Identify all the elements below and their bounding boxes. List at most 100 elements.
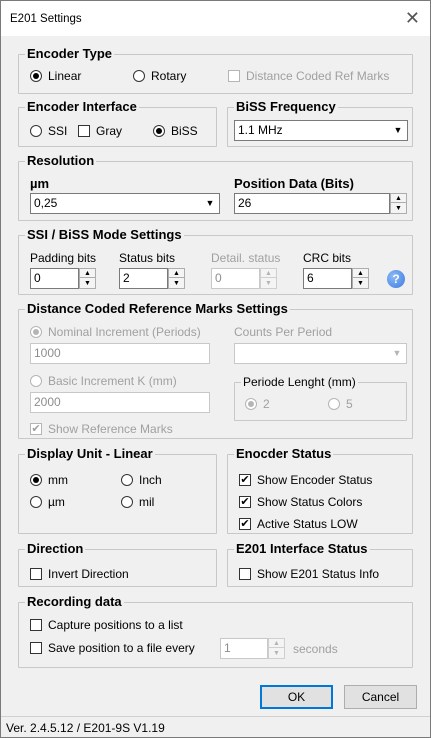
periode-2-radio[interactable]: 2: [245, 397, 270, 411]
radio-label: 2: [263, 397, 270, 411]
nominal-increment-input[interactable]: 1000: [30, 343, 210, 364]
encoder-interface-group: Encoder Interface SSI Gray BiSS: [18, 99, 217, 147]
counts-per-period-dropdown[interactable]: ▼: [234, 343, 407, 364]
basic-increment-radio[interactable]: Basic Increment K (mm): [30, 374, 177, 388]
interface-gray-checkbox[interactable]: Gray: [78, 124, 122, 138]
cancel-button[interactable]: Cancel: [344, 685, 417, 709]
basic-increment-input[interactable]: 2000: [30, 392, 210, 413]
help-icon[interactable]: ?: [387, 270, 405, 288]
checkbox-label: Show Reference Marks: [48, 422, 173, 436]
encoder-type-linear-radio[interactable]: Linear: [30, 69, 81, 83]
spin-up-icon[interactable]: ▲: [261, 269, 276, 278]
save-interval-spinner[interactable]: ▲ ▼: [268, 638, 285, 659]
checkbox-unchecked-icon: [30, 568, 42, 580]
interface-biss-radio[interactable]: BiSS: [153, 124, 198, 138]
spin-up-icon[interactable]: ▲: [269, 639, 284, 648]
position-data-spinner[interactable]: ▲ ▼: [390, 193, 407, 214]
spin-up-icon[interactable]: ▲: [353, 269, 368, 278]
padding-bits-spinner[interactable]: ▲ ▼: [79, 268, 96, 289]
spin-up-icon[interactable]: ▲: [391, 194, 406, 203]
radio-label: Inch: [139, 473, 162, 487]
active-status-low-checkbox[interactable]: ✔ Active Status LOW: [239, 517, 358, 531]
radio-unchecked-icon: [121, 474, 133, 486]
show-e201-status-checkbox[interactable]: Show E201 Status Info: [239, 567, 379, 581]
spin-up-icon[interactable]: ▲: [80, 269, 95, 278]
detail-status-spinner[interactable]: ▲ ▼: [260, 268, 277, 289]
radio-label: Nominal Increment (Periods): [48, 325, 201, 339]
spin-down-icon[interactable]: ▼: [353, 279, 368, 288]
display-unit-group: Display Unit - Linear mm Inch µm mil: [18, 446, 217, 534]
show-status-colors-checkbox[interactable]: ✔ Show Status Colors: [239, 495, 362, 509]
counts-per-period-label: Counts Per Period: [234, 325, 333, 339]
checkbox-checked-icon: ✔: [30, 422, 42, 435]
spin-down-icon[interactable]: ▼: [269, 649, 284, 658]
interface-ssi-radio[interactable]: SSI: [30, 124, 67, 138]
status-bits-label: Status bits: [119, 251, 176, 265]
show-encoder-status-checkbox[interactable]: ✔ Show Encoder Status: [239, 473, 372, 487]
periode-5-radio[interactable]: 5: [328, 397, 353, 411]
radio-unchecked-icon: [328, 398, 340, 410]
encoder-type-legend: Encoder Type: [25, 46, 115, 62]
show-reference-marks-checkbox[interactable]: ✔ Show Reference Marks: [30, 422, 173, 436]
checkbox-unchecked-icon: [78, 125, 90, 137]
biss-frequency-dropdown[interactable]: 1.1 MHz ▼: [234, 120, 408, 141]
radio-checked-icon: [30, 70, 42, 82]
input-value: 2000: [34, 395, 61, 409]
spin-down-icon[interactable]: ▼: [80, 279, 95, 288]
encoder-status-legend: Enocder Status: [234, 446, 334, 462]
ssi-biss-legend: SSI / BiSS Mode Settings: [25, 227, 184, 243]
input-value: 0: [34, 271, 41, 285]
status-bits-input[interactable]: 2: [119, 268, 168, 289]
detail-status-input[interactable]: 0: [211, 268, 260, 289]
close-icon[interactable]: ✕: [405, 8, 420, 28]
spin-down-icon[interactable]: ▼: [169, 279, 184, 288]
encoder-status-group: Enocder Status ✔ Show Encoder Status ✔ S…: [227, 446, 413, 534]
capture-positions-checkbox[interactable]: Capture positions to a list: [30, 618, 183, 632]
radio-checked-icon: [30, 474, 42, 486]
checkbox-label: Gray: [96, 124, 123, 138]
distance-coded-ref-marks-checkbox[interactable]: Distance Coded Ref Marks: [228, 69, 389, 83]
radio-unchecked-icon: [133, 70, 145, 82]
save-interval-input[interactable]: 1: [220, 638, 268, 659]
ok-button[interactable]: OK: [260, 685, 333, 709]
checkbox-checked-icon: ✔: [239, 495, 251, 508]
checkbox-label: Active Status LOW: [257, 517, 358, 531]
input-value: 1000: [34, 346, 61, 360]
display-unit-mil-radio[interactable]: mil: [121, 495, 154, 509]
crc-bits-spinner[interactable]: ▲ ▼: [352, 268, 369, 289]
spin-down-icon[interactable]: ▼: [261, 279, 276, 288]
encoder-type-group: Encoder Type Linear Rotary Distance Code…: [18, 46, 413, 94]
spin-down-icon[interactable]: ▼: [391, 204, 406, 213]
input-value: 26: [238, 196, 252, 210]
radio-unchecked-icon: [30, 125, 42, 137]
settings-window: E201 Settings ✕ Encoder Type Linear Rota…: [0, 0, 431, 738]
radio-checked-icon: [245, 398, 257, 410]
radio-label: Basic Increment K (mm): [48, 374, 177, 388]
invert-direction-checkbox[interactable]: Invert Direction: [30, 567, 129, 581]
radio-label: Linear: [48, 69, 82, 83]
crc-bits-input[interactable]: 6: [303, 268, 352, 289]
status-bar: Ver. 2.4.5.12 / E201-9S V1.19: [1, 716, 430, 737]
display-unit-um-radio[interactable]: µm: [30, 495, 65, 509]
input-value: 2: [123, 271, 130, 285]
position-data-input[interactable]: 26: [234, 193, 390, 214]
display-unit-mm-radio[interactable]: mm: [30, 473, 68, 487]
radio-label: 5: [346, 397, 353, 411]
padding-bits-input[interactable]: 0: [30, 268, 79, 289]
radio-label: BiSS: [171, 124, 198, 138]
nominal-increment-radio[interactable]: Nominal Increment (Periods): [30, 325, 201, 339]
position-data-label: Position Data (Bits): [234, 176, 354, 191]
distance-coded-settings-group: Distance Coded Reference Marks Settings …: [18, 301, 413, 439]
display-unit-inch-radio[interactable]: Inch: [121, 473, 162, 487]
save-position-checkbox[interactable]: Save position to a file every: [30, 641, 195, 655]
spin-up-icon[interactable]: ▲: [169, 269, 184, 278]
status-bits-spinner[interactable]: ▲ ▼: [168, 268, 185, 289]
checkbox-unchecked-icon: [30, 642, 42, 654]
encoder-type-rotary-radio[interactable]: Rotary: [133, 69, 186, 83]
distance-coded-legend: Distance Coded Reference Marks Settings: [25, 301, 290, 317]
resolution-legend: Resolution: [25, 153, 97, 169]
seconds-label: seconds: [293, 642, 338, 656]
checkbox-unchecked-icon: [228, 70, 240, 82]
periode-length-legend: Periode Lenght (mm): [241, 374, 358, 390]
resolution-unit-dropdown[interactable]: 0,25 ▼: [30, 193, 220, 214]
